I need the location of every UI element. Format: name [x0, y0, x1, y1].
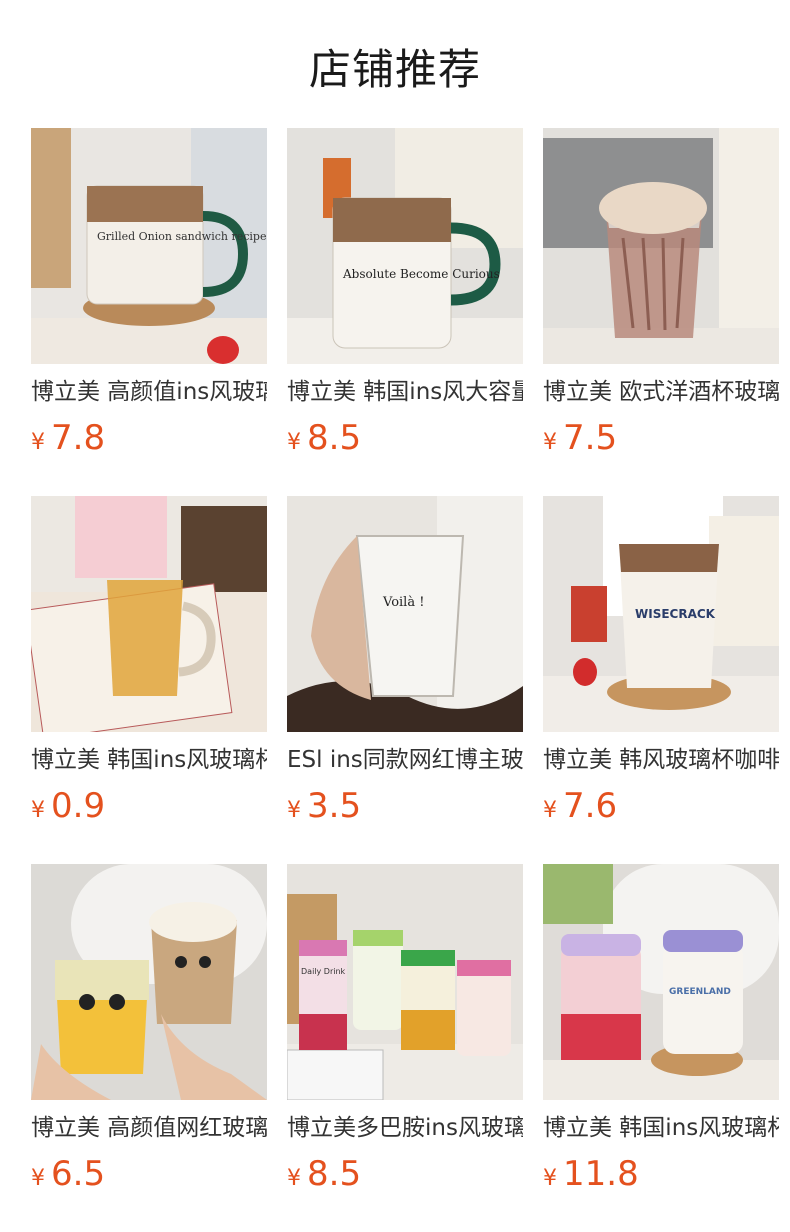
glass-mug-absolute-image[interactable]: Absolute Become Curious: [287, 128, 523, 364]
price-value: 0.9: [51, 786, 106, 826]
product-price: ¥8.5: [287, 1156, 523, 1198]
cup-print-text: Grilled Onion sandwich recipe: [97, 230, 266, 243]
product-name[interactable]: 博立美 高颜值ins风玻璃杯: [31, 378, 267, 406]
product-card[interactable]: 博立美 欧式洋酒杯玻璃杯 ¥7.5: [543, 128, 779, 462]
currency-symbol: ¥: [31, 798, 45, 823]
currency-symbol: ¥: [287, 1166, 301, 1191]
cup-print-text: Daily Drink: [301, 967, 346, 976]
cup-print-text: Voilà !: [382, 595, 424, 610]
product-price: ¥7.6: [543, 788, 779, 830]
twisted-whisky-glass-image[interactable]: [543, 128, 779, 364]
product-name[interactable]: 博立美 韩国ins风玻璃杯: [31, 746, 267, 774]
product-card[interactable]: Daily Drink 博立美多巴胺ins风玻璃杯 ¥8.5: [287, 864, 523, 1198]
product-card[interactable]: WISECRACK 博立美 韩风玻璃杯咖啡杯 ¥7.6: [543, 496, 779, 830]
price-value: 8.5: [307, 1154, 362, 1194]
daily-drink-jars-image[interactable]: Daily Drink: [287, 864, 523, 1100]
currency-symbol: ¥: [543, 1166, 557, 1191]
price-value: 7.6: [563, 786, 618, 826]
cup-print-text: GREENLAND: [669, 987, 731, 997]
currency-symbol: ¥: [287, 430, 301, 455]
currency-symbol: ¥: [287, 798, 301, 823]
price-value: 7.8: [51, 418, 106, 458]
product-price: ¥8.5: [287, 420, 523, 462]
product-name[interactable]: 博立美 欧式洋酒杯玻璃杯: [543, 378, 779, 406]
product-card[interactable]: 博立美 韩国ins风玻璃杯 ¥0.9: [31, 496, 267, 830]
product-card[interactable]: 博立美 高颜值网红玻璃杯 ¥6.5: [31, 864, 267, 1198]
product-card[interactable]: Voilà ! ESl ins同款网红博主玻璃杯 ¥3.5: [287, 496, 523, 830]
page-title: 店铺推荐: [308, 45, 481, 94]
product-name[interactable]: 博立美多巴胺ins风玻璃杯: [287, 1114, 523, 1142]
price-value: 11.8: [563, 1154, 639, 1194]
product-price: ¥0.9: [31, 788, 267, 830]
product-card[interactable]: GREENLAND 博立美 韩国ins风玻璃杯 ¥11.8: [543, 864, 779, 1198]
product-price: ¥6.5: [31, 1156, 267, 1198]
price-value: 7.5: [563, 418, 618, 458]
product-price: ¥11.8: [543, 1156, 779, 1198]
product-price: ¥7.8: [31, 420, 267, 462]
currency-symbol: ¥: [31, 430, 45, 455]
product-name[interactable]: 博立美 韩风玻璃杯咖啡杯: [543, 746, 779, 774]
product-name[interactable]: 博立美 高颜值网红玻璃杯: [31, 1114, 267, 1142]
price-value: 3.5: [307, 786, 362, 826]
cat-face-glasses-image[interactable]: [31, 864, 267, 1100]
straw-lid-jars-image[interactable]: GREENLAND: [543, 864, 779, 1100]
currency-symbol: ¥: [543, 798, 557, 823]
currency-symbol: ¥: [31, 1166, 45, 1191]
product-card[interactable]: Grilled Onion sandwich recipe 博立美 高颜值ins…: [31, 128, 267, 462]
cup-print-text: Absolute Become Curious: [342, 267, 500, 281]
currency-symbol: ¥: [543, 430, 557, 455]
product-name[interactable]: ESl ins同款网红博主玻璃杯: [287, 746, 523, 774]
beer-mug-tea-image[interactable]: [31, 496, 267, 732]
product-price: ¥3.5: [287, 788, 523, 830]
product-price: ¥7.5: [543, 420, 779, 462]
glass-mug-green-handle-image[interactable]: Grilled Onion sandwich recipe: [31, 128, 267, 364]
clear-glass-handwriting-image[interactable]: Voilà !: [287, 496, 523, 732]
wisecrack-latte-cup-image[interactable]: WISECRACK: [543, 496, 779, 732]
cup-print-text: WISECRACK: [635, 607, 716, 621]
product-name[interactable]: 博立美 韩国ins风大容量玻璃杯: [287, 378, 523, 406]
price-value: 8.5: [307, 418, 362, 458]
product-name[interactable]: 博立美 韩国ins风玻璃杯: [543, 1114, 779, 1142]
price-value: 6.5: [51, 1154, 106, 1194]
product-card[interactable]: Absolute Become Curious 博立美 韩国ins风大容量玻璃杯…: [287, 128, 523, 462]
